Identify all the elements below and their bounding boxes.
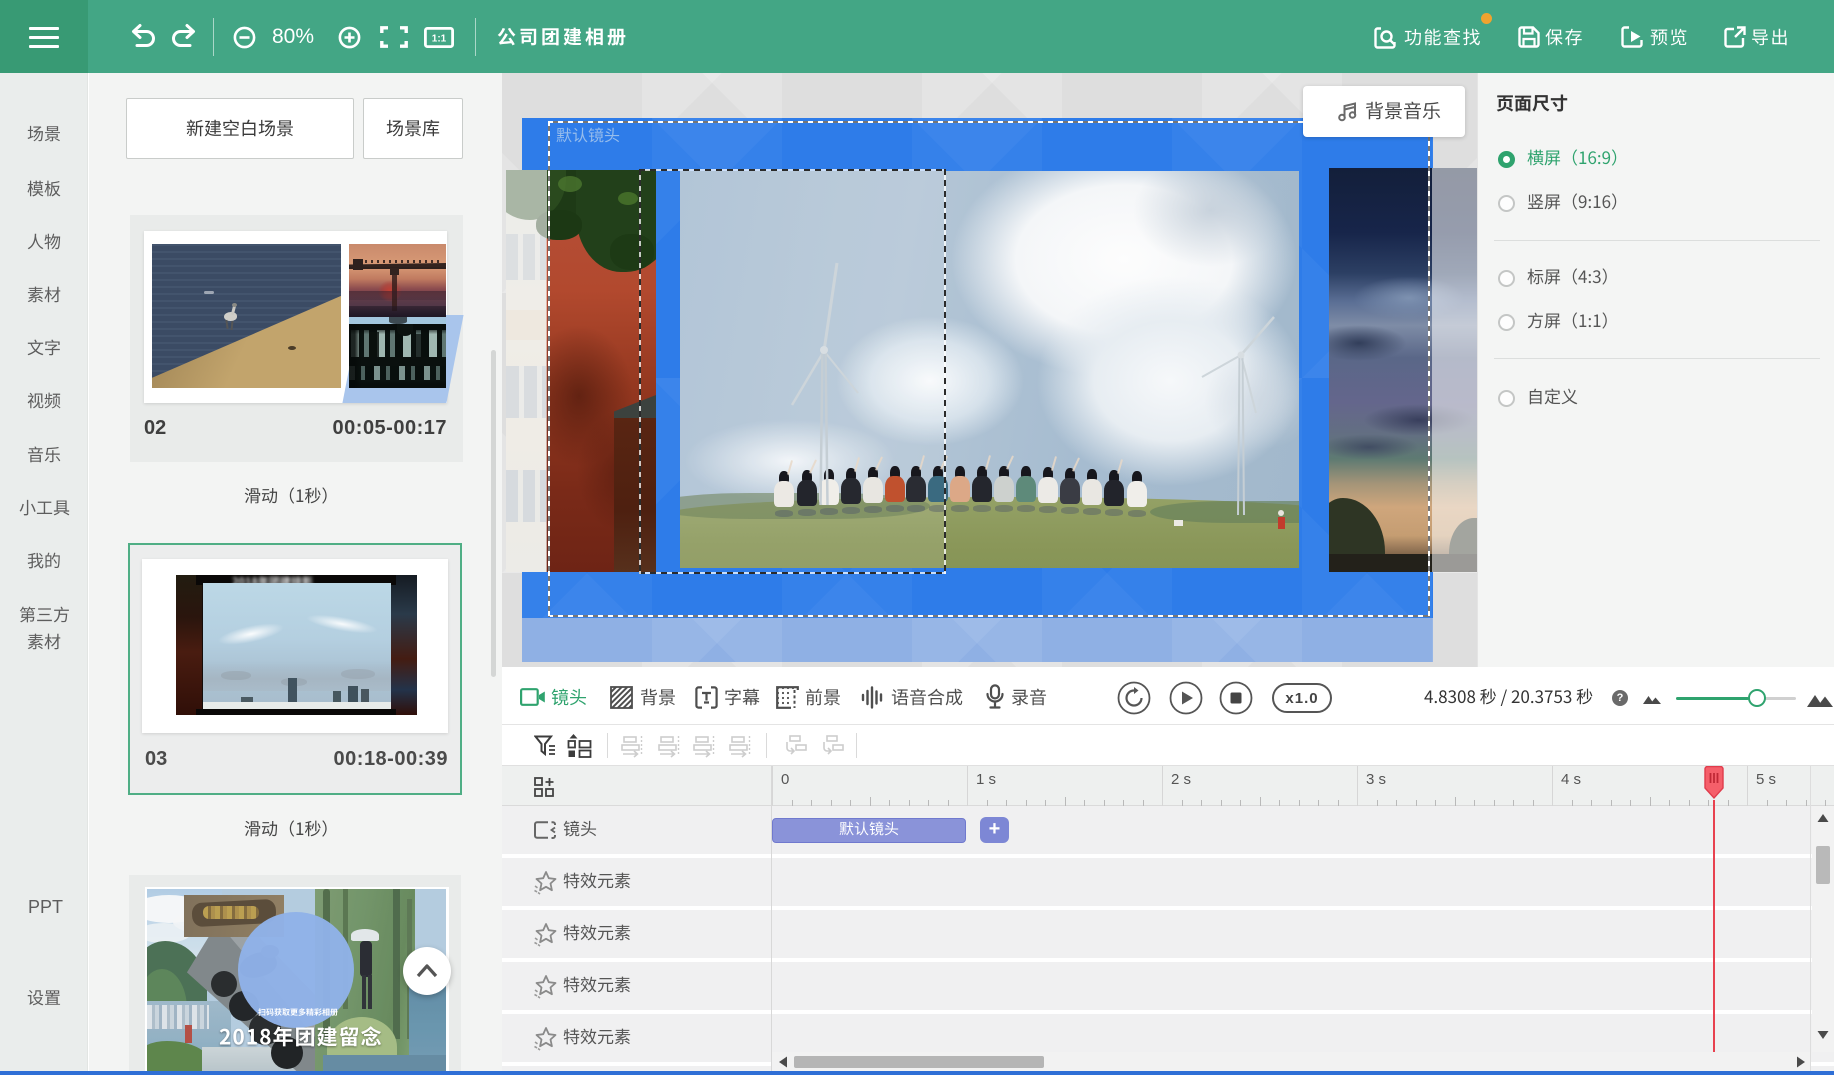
svg-text:1:1: 1:1 <box>432 34 447 45</box>
